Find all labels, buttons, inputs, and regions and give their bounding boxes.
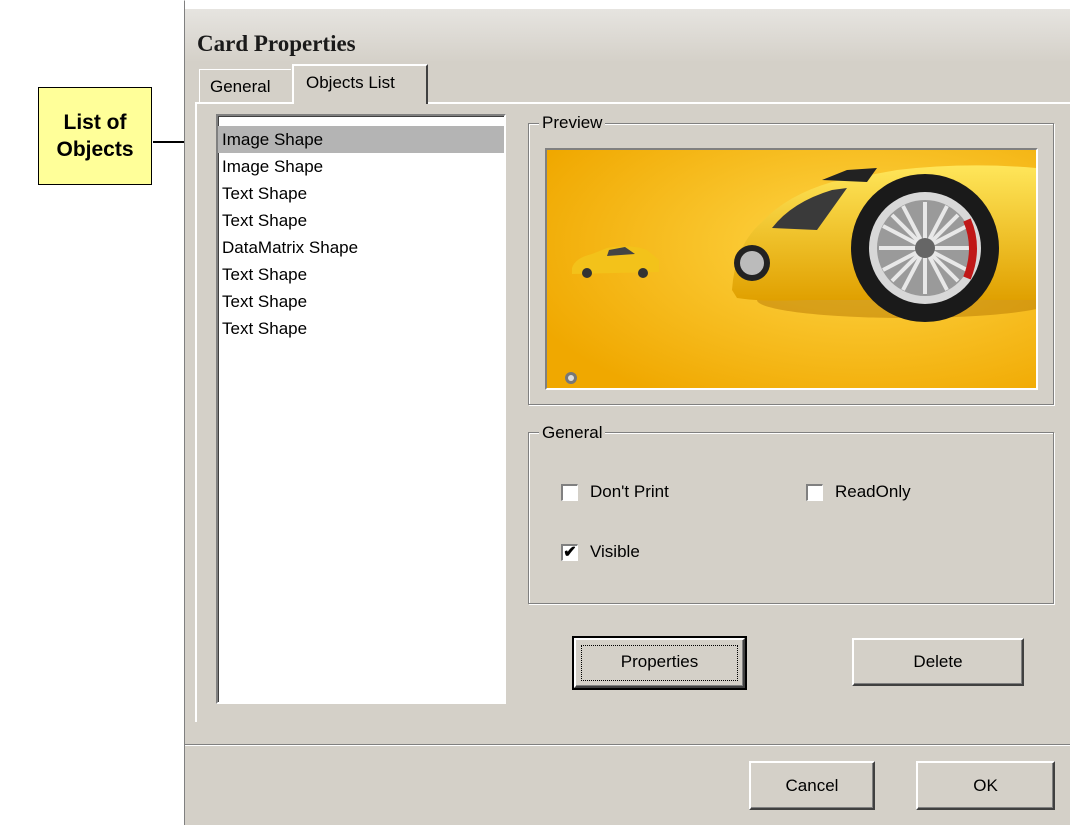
checkbox-box[interactable] xyxy=(561,483,578,501)
list-item[interactable]: Text Shape xyxy=(218,288,504,315)
footer-separator xyxy=(185,744,1070,746)
delete-button[interactable]: Delete xyxy=(852,638,1024,686)
readonly-checkbox[interactable]: ReadOnly xyxy=(806,482,911,502)
preview-group-label: Preview xyxy=(539,113,606,133)
readonly-label: ReadOnly xyxy=(835,482,911,501)
tab-general[interactable]: General xyxy=(199,69,291,102)
general-group-label: General xyxy=(539,423,606,443)
dont-print-label: Don't Print xyxy=(590,482,669,501)
list-item[interactable]: Text Shape xyxy=(218,180,504,207)
list-item[interactable]: Image Shape xyxy=(218,126,504,153)
list-item[interactable]: Text Shape xyxy=(218,261,504,288)
list-item[interactable]: Text Shape xyxy=(218,315,504,342)
properties-button[interactable]: Properties xyxy=(572,636,747,690)
dont-print-checkbox[interactable]: Don't Print xyxy=(561,482,669,502)
card-properties-dialog: Card Properties General Objects List Ima… xyxy=(184,0,1070,825)
dialog-title: Card Properties xyxy=(197,31,356,56)
objects-listbox[interactable]: Image Shape Image Shape Text Shape Text … xyxy=(216,114,506,704)
visible-checkbox[interactable]: ✔ Visible xyxy=(561,542,640,562)
tab-objects-list[interactable]: Objects List xyxy=(292,64,428,104)
title-bar[interactable]: Card Properties xyxy=(185,9,1070,63)
focus-rect xyxy=(581,645,738,681)
visible-label: Visible xyxy=(590,542,640,561)
yellow-car-image xyxy=(547,150,1036,388)
list-item[interactable]: Text Shape xyxy=(218,207,504,234)
list-item[interactable]: Image Shape xyxy=(218,153,504,180)
ok-button[interactable]: OK xyxy=(916,761,1055,810)
cancel-button[interactable]: Cancel xyxy=(749,761,875,810)
list-item[interactable]: DataMatrix Shape xyxy=(218,234,504,261)
preview-image xyxy=(545,148,1038,390)
checkmark-icon[interactable]: ✔ xyxy=(561,543,578,561)
checkbox-box[interactable] xyxy=(806,483,823,501)
general-groupbox xyxy=(528,432,1054,604)
